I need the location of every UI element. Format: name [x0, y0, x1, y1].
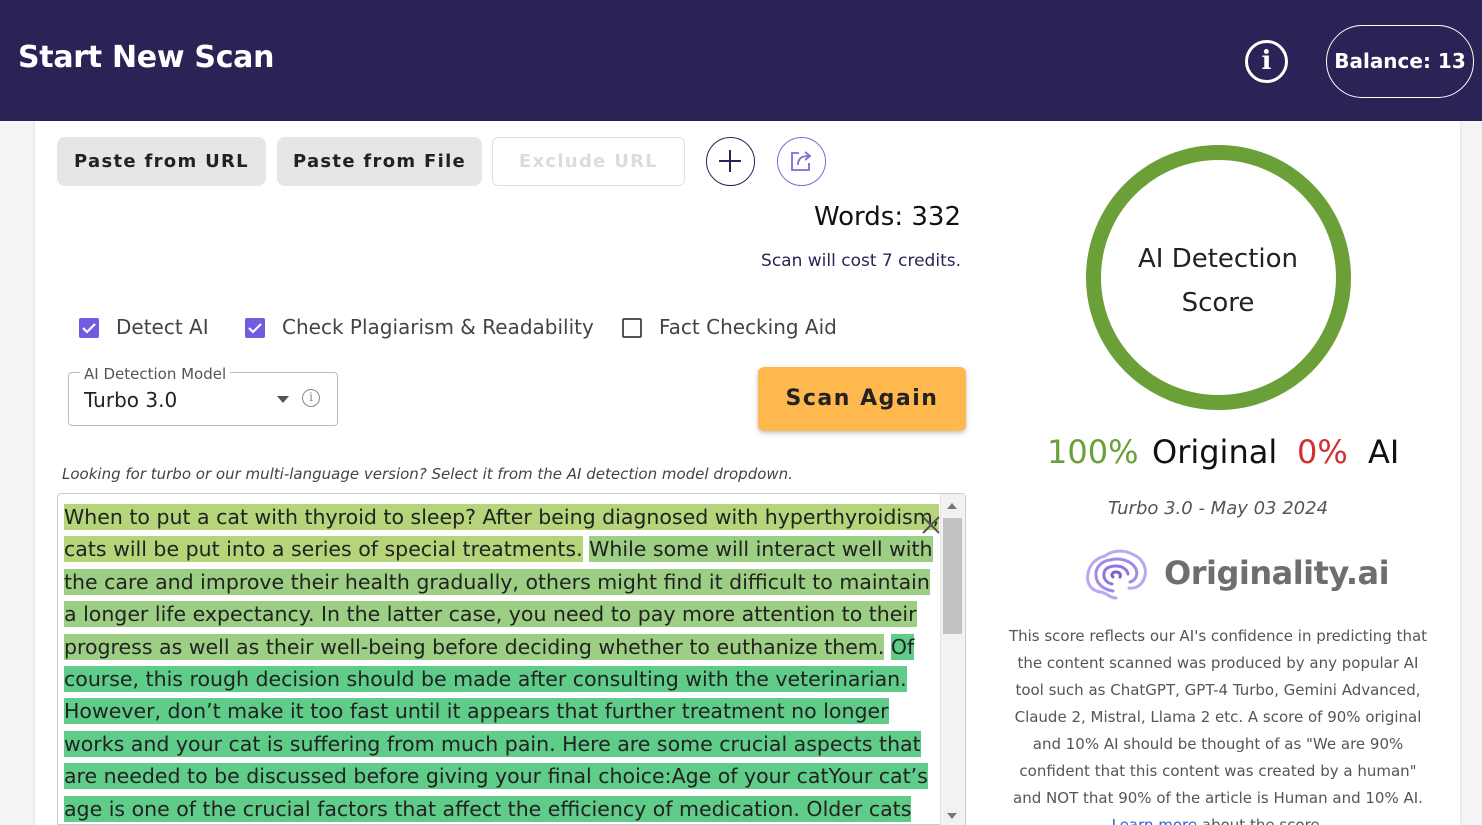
- plus-circle-icon: [719, 150, 741, 172]
- chevron-down-icon[interactable]: [277, 396, 289, 403]
- original-label: Original: [1152, 433, 1278, 471]
- share-export-icon: [791, 151, 812, 171]
- check-icon: [248, 323, 262, 334]
- plagiarism-checkbox[interactable]: [245, 318, 265, 338]
- content-textarea[interactable]: When to put a cat with thyroid to sleep?…: [57, 493, 966, 825]
- detect-ai-label: Detect AI: [116, 315, 209, 339]
- score-explanation-text: This score reflects our AI's confidence …: [1008, 627, 1428, 807]
- model-select-value: Turbo 3.0: [84, 388, 178, 412]
- ai-label: AI: [1368, 433, 1400, 471]
- info-icon[interactable]: i: [302, 389, 320, 407]
- scrollbar-thumb[interactable]: [943, 518, 962, 634]
- plagiarism-label: Check Plagiarism & Readability: [282, 315, 594, 339]
- original-percent: 100%: [1047, 433, 1139, 471]
- brand-logo-text: Originality.ai: [1164, 554, 1390, 592]
- gauge-title: AI Detection Score: [1137, 244, 1299, 318]
- top-header: Start New Scan i Balance: 13: [0, 0, 1482, 121]
- model-hint: Looking for turbo or our multi-language …: [62, 465, 793, 483]
- brain-logo-icon: [1086, 549, 1147, 600]
- score-explanation: This score reflects our AI's confidence …: [1003, 623, 1433, 825]
- paste-from-url-button[interactable]: Paste from URL: [57, 137, 266, 186]
- learn-more-link[interactable]: Learn more: [1112, 816, 1198, 825]
- scroll-down-icon[interactable]: [947, 813, 957, 819]
- ai-percent: 0%: [1297, 433, 1348, 471]
- model-select-legend: AI Detection Model: [80, 365, 231, 383]
- detect-ai-checkbox[interactable]: [79, 318, 99, 338]
- word-count: Words: 332: [813, 202, 961, 232]
- content-text: When to put a cat with thyroid to sleep?…: [64, 501, 941, 824]
- page-title: Start New Scan: [18, 40, 275, 75]
- fact-checking-checkbox[interactable]: [622, 318, 642, 338]
- content-segment: [884, 634, 891, 660]
- info-icon[interactable]: i: [1245, 40, 1288, 83]
- scan-again-button[interactable]: Scan Again: [758, 367, 966, 431]
- balance-badge[interactable]: Balance: 13: [1326, 25, 1474, 98]
- exclude-url-input[interactable]: Exclude URL: [492, 137, 685, 186]
- export-button[interactable]: [777, 137, 826, 186]
- score-explanation-tail: about the score.: [1197, 816, 1325, 825]
- add-button[interactable]: [706, 137, 755, 186]
- check-icon: [82, 323, 96, 334]
- scan-cost: Scan will cost 7 credits.: [761, 251, 961, 271]
- scroll-up-icon[interactable]: [947, 503, 957, 509]
- model-version-date: Turbo 3.0 - May 03 2024: [1107, 498, 1329, 519]
- content-segment: Of course, this rough decision should be…: [64, 633, 928, 824]
- fact-checking-label: Fact Checking Aid: [659, 315, 837, 339]
- paste-from-file-button[interactable]: Paste from File: [277, 137, 482, 186]
